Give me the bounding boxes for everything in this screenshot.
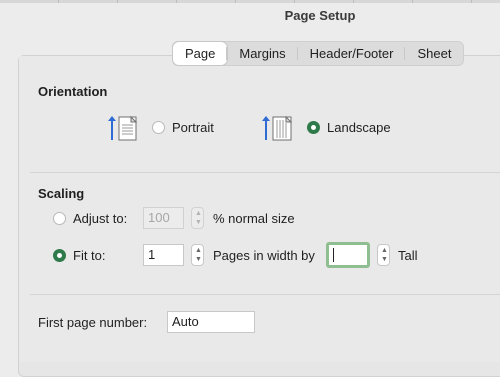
normal-size-label: % normal size — [213, 211, 295, 226]
tab-bar: Page Margins Header/Footer Sheet — [172, 41, 465, 66]
pages-tall-stepper[interactable]: ▲ ▼ — [377, 244, 390, 266]
text-caret — [333, 248, 334, 262]
pages-wide-stepper[interactable]: ▲ ▼ — [191, 244, 204, 266]
tab-header-footer[interactable]: Header/Footer — [298, 42, 406, 65]
portrait-label: Portrait — [172, 120, 214, 135]
first-page-number-label: First page number: — [38, 315, 148, 330]
tab-sheet[interactable]: Sheet — [405, 42, 463, 65]
chevron-down-icon: ▼ — [195, 219, 202, 226]
pages-wide-input[interactable]: 1 — [143, 244, 184, 266]
pages-in-width-label: Pages in width by — [213, 248, 315, 263]
landscape-label: Landscape — [327, 120, 391, 135]
dialog-title: Page Setup — [284, 8, 356, 23]
tab-margins[interactable]: Margins — [227, 42, 298, 65]
portrait-radio[interactable] — [152, 121, 165, 134]
chevron-up-icon: ▲ — [195, 247, 202, 254]
scaling-heading: Scaling — [38, 186, 85, 201]
adjust-to-radio[interactable] — [53, 212, 66, 225]
first-page-number-input[interactable]: Auto — [167, 311, 255, 333]
pages-tall-input[interactable] — [326, 242, 370, 268]
adjust-percent-stepper[interactable]: ▲ ▼ — [191, 207, 204, 229]
chevron-down-icon: ▼ — [195, 256, 202, 263]
fit-to-label: Fit to: — [73, 248, 106, 263]
chevron-up-icon: ▲ — [195, 210, 202, 217]
background-window-ticks — [0, 0, 500, 3]
adjust-percent-input[interactable]: 100 — [143, 207, 184, 229]
chevron-down-icon: ▼ — [381, 256, 388, 263]
fit-to-radio[interactable] — [53, 249, 66, 262]
chevron-up-icon: ▲ — [381, 247, 388, 254]
scaling-divider — [30, 294, 500, 295]
landscape-orientation-icon — [262, 115, 293, 141]
landscape-radio[interactable] — [307, 121, 320, 134]
adjust-to-label: Adjust to: — [73, 211, 128, 226]
tab-page[interactable]: Page — [173, 42, 228, 65]
tall-label: Tall — [398, 248, 418, 263]
orientation-divider — [30, 172, 500, 173]
portrait-orientation-icon — [108, 115, 138, 141]
orientation-heading: Orientation — [38, 84, 108, 99]
